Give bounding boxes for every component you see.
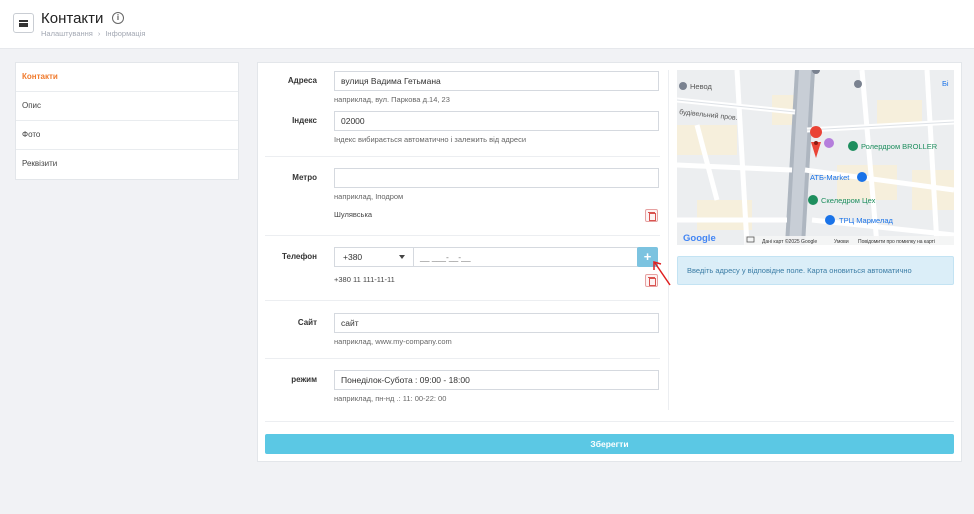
metro-hint: наприклад, Іподром xyxy=(334,192,404,201)
metro-saved-item: Шулявська xyxy=(334,210,373,219)
page-title: Контакти xyxy=(41,10,104,27)
divider xyxy=(265,358,660,359)
column-divider xyxy=(668,70,669,410)
divider xyxy=(265,421,954,422)
address-label: Адреса xyxy=(287,76,317,85)
site-hint: наприклад, www.my-company.com xyxy=(334,337,452,346)
metro-label: Метро xyxy=(292,173,317,182)
index-hint: Індекс вибирається автоматично і залежит… xyxy=(334,135,527,144)
save-button[interactable]: Зберегти xyxy=(265,434,954,454)
schedule-input[interactable]: Понеділок-Субота : 09:00 - 18:00 xyxy=(334,370,659,390)
schedule-label: режим xyxy=(291,375,317,384)
map-label-atb: АТБ-Market xyxy=(810,173,850,182)
sidebar-item-photo[interactable]: Фото xyxy=(16,121,238,150)
site-label: Сайт xyxy=(297,318,317,327)
metro-input[interactable] xyxy=(334,168,659,188)
schedule-hint: наприклад, пн-нд .: 11: 00-22: 00 xyxy=(334,394,447,403)
map-label-skeledrom: Скеледром Цех xyxy=(821,196,876,205)
map-data-credit: Дані карт ©2025 Google xyxy=(762,238,817,245)
phone-label: Телефон xyxy=(282,252,317,261)
chevron-right-icon: › xyxy=(97,29,101,38)
address-hint: наприклад, вул. Паркова д.14, 23 xyxy=(334,95,450,104)
map-label-marmelad: ТРЦ Мармелад xyxy=(839,216,894,225)
address-input[interactable]: вулиця Вадима Гетьмана xyxy=(334,71,659,91)
map-report-link: Повідомити про помилку на карті xyxy=(858,239,935,245)
breadcrumb-item-settings[interactable]: Налаштування xyxy=(41,29,93,38)
phone-saved-item: +380 11 111-11-11 xyxy=(334,275,395,284)
index-input[interactable]: 02000 xyxy=(334,111,659,131)
breadcrumb: Налаштування › Інформація xyxy=(41,29,145,38)
map-terms-link: Умови xyxy=(834,239,849,245)
phone-input[interactable]: __ ___-__-__ xyxy=(413,247,638,267)
delete-phone-icon[interactable] xyxy=(645,274,658,287)
map-canvas[interactable]: Невод будівельний пров. Ролердром BROLLE… xyxy=(677,70,954,245)
map-label-rolerdrom: Ролердром BROLLER xyxy=(861,142,938,151)
map-info-note: Введіть адресу у відповідне поле. Карта … xyxy=(677,256,954,285)
site-input[interactable]: сайт xyxy=(334,313,659,333)
index-label: Індекс xyxy=(292,116,317,125)
sidebar: Контакти Опис Фото Реквізити xyxy=(15,62,239,180)
map-widget[interactable]: Невод будівельний пров. Ролердром BROLLE… xyxy=(677,70,954,245)
map-label-nevod: Невод xyxy=(690,82,712,91)
sidebar-item-requisites[interactable]: Реквізити xyxy=(16,150,238,179)
sidebar-item-contacts[interactable]: Контакти xyxy=(16,63,238,92)
sidebar-item-description[interactable]: Опис xyxy=(16,92,238,121)
map-label-bu: Бі xyxy=(942,79,949,88)
google-logo: Google xyxy=(683,233,716,244)
breadcrumb-item-info: Інформація xyxy=(105,29,146,38)
caret-down-icon xyxy=(399,255,405,259)
menu-toggle-button[interactable] xyxy=(13,13,34,33)
divider xyxy=(265,300,660,301)
hamburger-icon xyxy=(19,19,28,27)
delete-metro-icon[interactable] xyxy=(645,209,658,222)
country-code-select[interactable]: +380 xyxy=(334,247,414,267)
divider xyxy=(265,156,660,157)
country-code-value: +380 xyxy=(343,252,363,262)
info-icon[interactable]: i xyxy=(112,12,124,24)
divider xyxy=(265,235,660,236)
top-bar: Контакти i Налаштування › Інформація xyxy=(0,0,974,49)
